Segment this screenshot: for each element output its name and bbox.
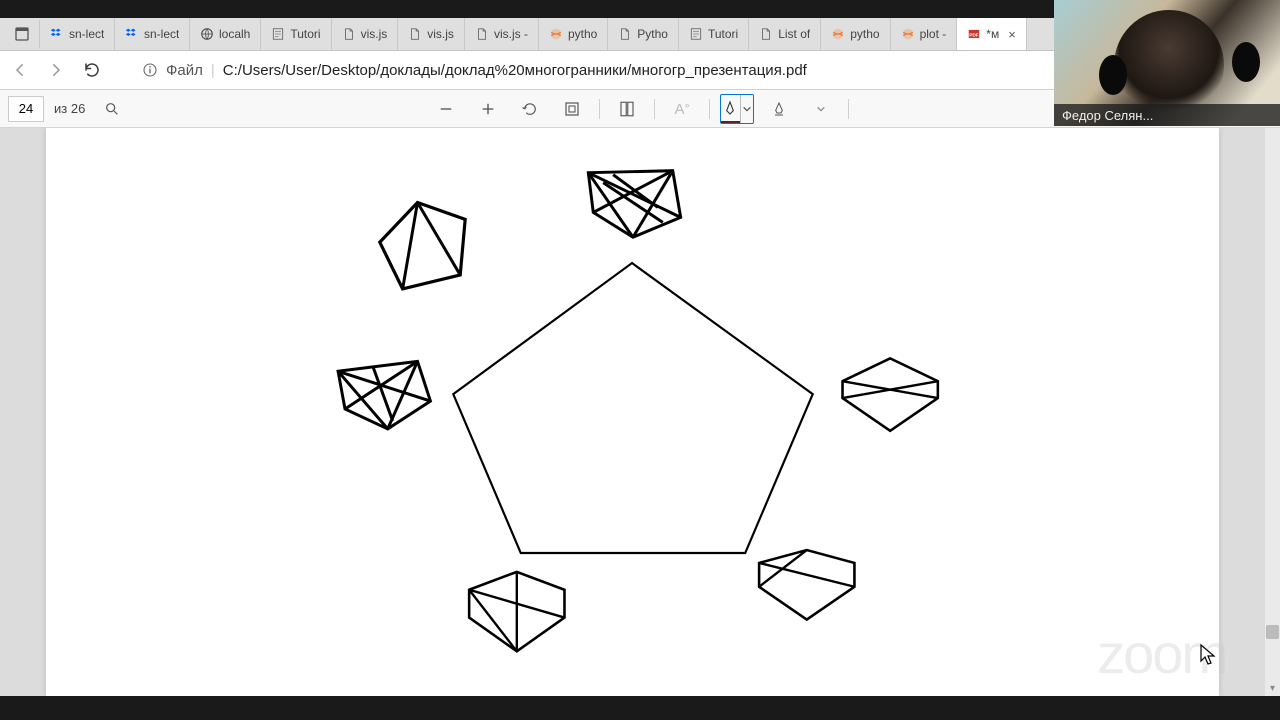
- forward-button[interactable]: [44, 58, 68, 82]
- browser-tab[interactable]: Pytho: [608, 18, 679, 50]
- browser-tab[interactable]: plot -: [891, 18, 958, 50]
- tab-label: vis.js: [427, 27, 454, 41]
- browser-tab[interactable]: vis.js: [332, 18, 399, 50]
- scrollbar-down-arrow[interactable]: ▾: [1265, 681, 1280, 696]
- rotate-button[interactable]: [513, 94, 547, 124]
- site-info-icon[interactable]: [142, 62, 158, 78]
- tab-label: plot -: [920, 27, 947, 41]
- tab-label: pytho: [568, 27, 597, 41]
- browser-tab[interactable]: sn-lect: [40, 18, 115, 50]
- highlight-tool[interactable]: [762, 94, 796, 124]
- window-bottom-bar: [0, 696, 1280, 720]
- tab-label: pytho: [850, 27, 879, 41]
- browser-tab[interactable]: Tutori: [261, 18, 331, 50]
- url-path: C:/Users/User/Desktop/доклады/доклад%20м…: [223, 62, 807, 79]
- participant-video: Федор Селян...: [1054, 0, 1280, 126]
- svg-text:PDF: PDF: [970, 32, 979, 37]
- browser-tab[interactable]: sn-lect: [115, 18, 190, 50]
- tab-label: localh: [219, 27, 250, 41]
- tab-label: Tutori: [290, 27, 320, 41]
- tab-label: *м: [986, 27, 999, 41]
- browser-tab[interactable]: vis.js: [398, 18, 465, 50]
- marker-icon[interactable]: [721, 95, 740, 123]
- tab-label: Pytho: [637, 27, 668, 41]
- find-icon[interactable]: [95, 94, 129, 124]
- highlight-dropdown[interactable]: [804, 94, 838, 124]
- zoom-in-button[interactable]: [471, 94, 505, 124]
- browser-tab[interactable]: pytho: [539, 18, 608, 50]
- vertical-scrollbar[interactable]: ▾: [1265, 128, 1280, 696]
- read-aloud-button[interactable]: A»: [665, 94, 699, 124]
- draw-tool[interactable]: [720, 94, 754, 124]
- url-box[interactable]: Файл | C:/Users/User/Desktop/доклады/док…: [142, 62, 1172, 79]
- fit-page-button[interactable]: [555, 94, 589, 124]
- tab-label: vis.js: [361, 27, 388, 41]
- browser-tab[interactable]: vis.js -: [465, 18, 539, 50]
- scrollbar-thumb[interactable]: [1266, 625, 1279, 639]
- browser-tab[interactable]: Tutori: [679, 18, 749, 50]
- browser-tab[interactable]: localh: [190, 18, 261, 50]
- pdf-page: [46, 128, 1219, 696]
- zoom-watermark: zoom: [1097, 621, 1226, 686]
- close-icon[interactable]: ×: [1008, 28, 1016, 41]
- page-view-button[interactable]: [610, 94, 644, 124]
- browser-tab[interactable]: PDF *м ×: [957, 18, 1027, 50]
- browser-tab[interactable]: List of: [749, 18, 821, 50]
- tab-label: vis.js -: [494, 27, 528, 41]
- back-button[interactable]: [8, 58, 32, 82]
- tab-label: sn-lect: [144, 27, 179, 41]
- page-number-input[interactable]: [8, 96, 44, 122]
- pdf-viewport[interactable]: [0, 128, 1265, 696]
- document-figure: [46, 128, 1219, 696]
- tab-label: sn-lect: [69, 27, 104, 41]
- app-menu-icon[interactable]: [4, 20, 40, 48]
- reload-button[interactable]: [80, 58, 104, 82]
- zoom-out-button[interactable]: [429, 94, 463, 124]
- browser-tab[interactable]: pytho: [821, 18, 890, 50]
- participant-name-label: Федор Селян...: [1054, 104, 1280, 126]
- url-proto-label: Файл: [166, 62, 203, 79]
- tab-label: List of: [778, 27, 810, 41]
- marker-dropdown[interactable]: [740, 95, 753, 123]
- tab-label: Tutori: [708, 27, 738, 41]
- page-count-label: из 26: [54, 101, 85, 116]
